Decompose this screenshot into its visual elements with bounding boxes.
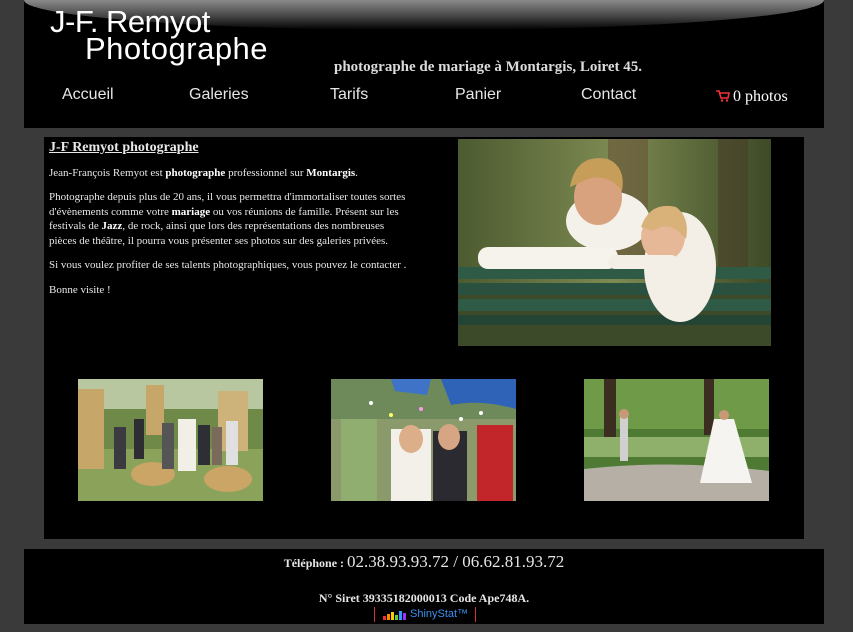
- intro-title[interactable]: J-F Remyot photographe: [49, 140, 414, 156]
- intro-paragraph-4: Bonne visite !: [49, 283, 111, 296]
- site-tagline: photographe de mariage à Montargis, Loir…: [334, 59, 643, 75]
- nav-item-accueil[interactable]: Accueil: [62, 86, 114, 104]
- intro-paragraph-1: Jean-François Remyot est photographe pro…: [49, 166, 358, 179]
- shinystat-badge[interactable]: ShinyStat™: [374, 607, 476, 622]
- phone-numbers: 02.38.93.93.72 / 06.62.81.93.72: [347, 552, 565, 571]
- nav-item-contact[interactable]: Contact: [581, 86, 636, 104]
- phone-label: Téléphone :: [283, 556, 348, 570]
- site-header: J-F. Remyot Photographe photographe de m…: [24, 0, 824, 128]
- cart-icon: [716, 90, 730, 102]
- phone-info: Téléphone : 02.38.93.93.72 / 06.62.81.93…: [24, 552, 824, 572]
- nav-item-galeries[interactable]: Galeries: [189, 86, 249, 104]
- featured-photo: [458, 139, 771, 346]
- gallery-thumbnail-2[interactable]: [331, 379, 516, 501]
- nav-item-panier[interactable]: Panier: [455, 86, 501, 104]
- site-logo-line2[interactable]: Photographe: [85, 31, 268, 67]
- cart-link[interactable]: 0 photos: [716, 88, 788, 106]
- stats-bars-icon: [383, 611, 406, 620]
- nav-item-tarifs[interactable]: Tarifs: [330, 86, 368, 104]
- cart-count: 0 photos: [733, 88, 788, 105]
- intro-paragraph-2: Photographe depuis plus de 20 ans, il vo…: [49, 191, 406, 247]
- intro-section: J-F Remyot photographe Jean-François Rem…: [49, 140, 414, 307]
- intro-paragraph-3: Si vous voulez profiter de ses talents p…: [49, 259, 407, 271]
- gallery-thumbnail-3[interactable]: [584, 379, 769, 501]
- siret-info: N° Siret 39335182000013 Code Ape748A.: [318, 591, 530, 605]
- main-content: J-F Remyot photographe Jean-François Rem…: [44, 137, 804, 539]
- site-footer: Téléphone : 02.38.93.93.72 / 06.62.81.93…: [24, 549, 824, 624]
- gallery-thumbnail-1[interactable]: [78, 379, 263, 501]
- shinystat-label: ShinyStat™: [410, 608, 469, 620]
